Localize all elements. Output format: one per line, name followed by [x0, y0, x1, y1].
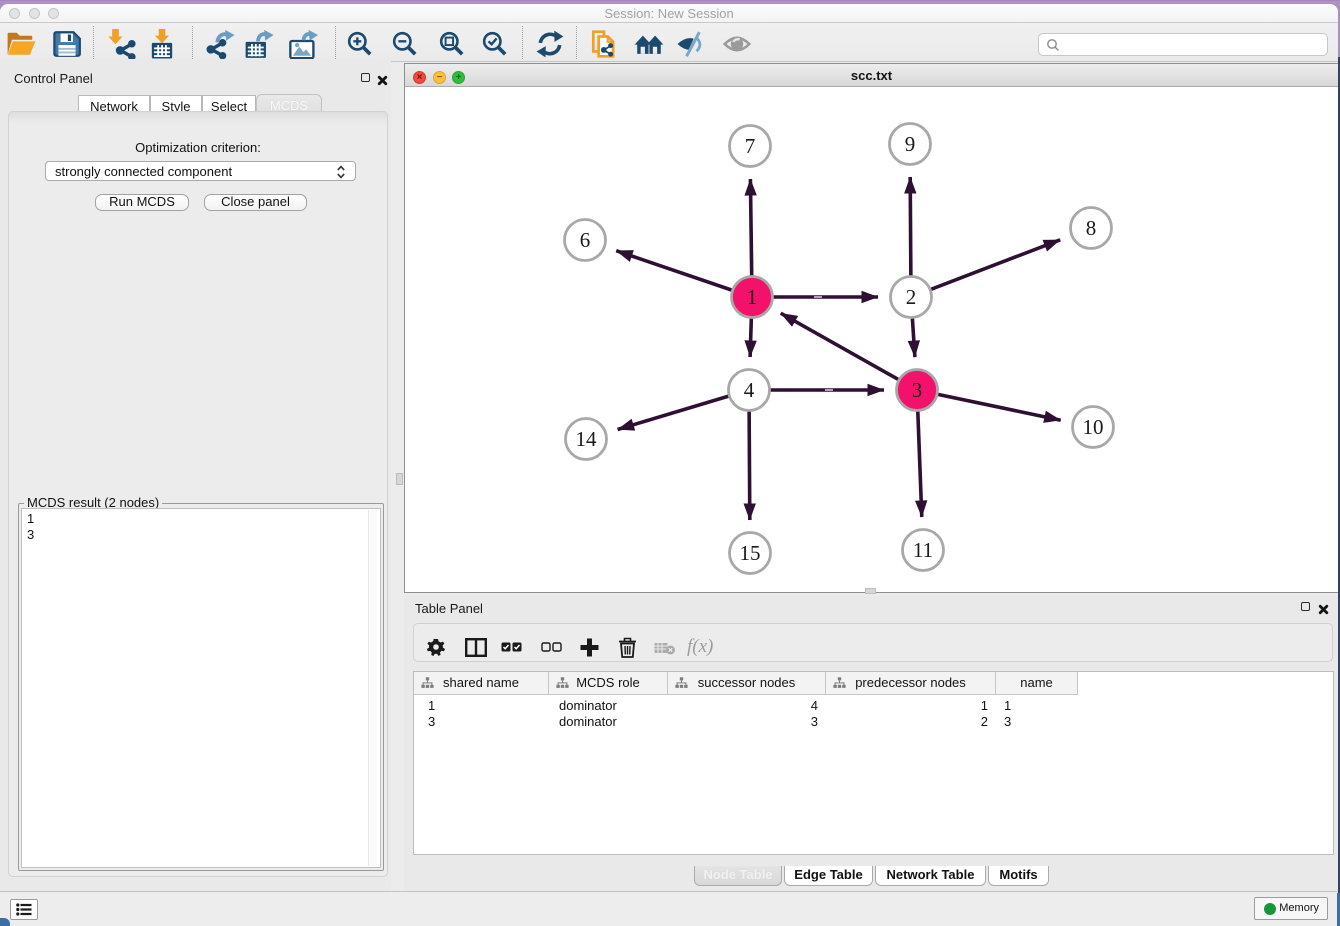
svg-text:1: 1 — [747, 285, 758, 309]
svg-text:14: 14 — [576, 427, 598, 451]
svg-text:3: 3 — [912, 378, 923, 402]
svg-text:15: 15 — [740, 541, 761, 565]
svg-text:6: 6 — [580, 228, 591, 252]
svg-text:4: 4 — [744, 378, 755, 402]
svg-text:11: 11 — [913, 538, 933, 562]
svg-text:2: 2 — [906, 285, 917, 309]
svg-text:9: 9 — [905, 132, 916, 156]
svg-text:7: 7 — [745, 134, 756, 158]
svg-text:10: 10 — [1083, 415, 1104, 439]
svg-text:8: 8 — [1086, 216, 1097, 240]
